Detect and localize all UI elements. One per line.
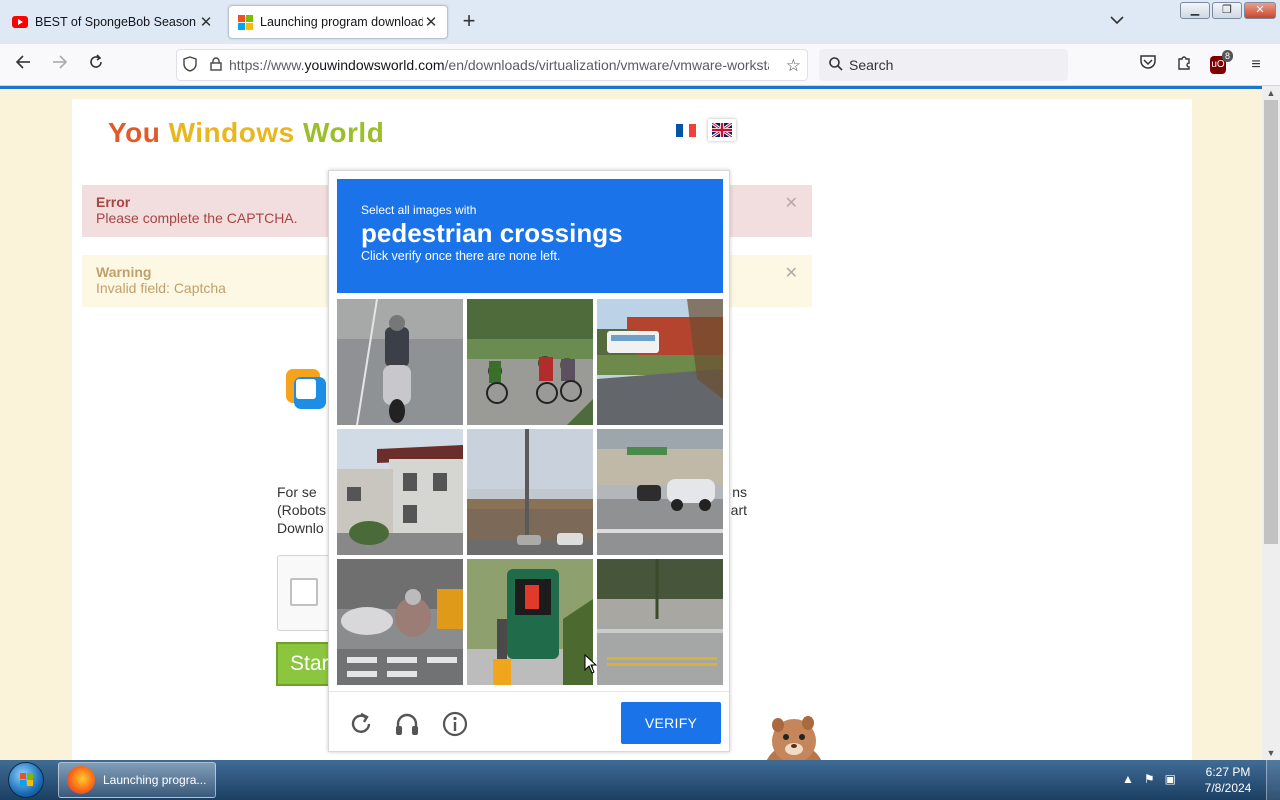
ublock-shield: uO 8 xyxy=(1210,50,1233,74)
new-tab-plus-icon[interactable]: + xyxy=(458,10,480,32)
hamster-mascot-image xyxy=(748,709,838,760)
close-tab-icon[interactable]: ✕ xyxy=(423,13,439,31)
captcha-image-grid xyxy=(337,299,723,685)
windows-icon xyxy=(237,14,253,30)
captcha-target-label: pedestrian crossings xyxy=(361,218,623,248)
bookmark-star-icon[interactable]: ☆ xyxy=(786,56,801,76)
taskbar-window-label: Launching progra... xyxy=(103,773,207,787)
extensions-puzzle-icon[interactable] xyxy=(1173,54,1195,76)
minimize-icon[interactable]: ▁ xyxy=(1180,2,1210,19)
back-arrow-icon[interactable] xyxy=(12,54,34,76)
captcha-tile-5[interactable] xyxy=(467,429,593,555)
lock-icon[interactable] xyxy=(203,56,229,74)
forward-arrow-icon[interactable] xyxy=(49,54,71,76)
ublock-origin-icon[interactable]: uO 8 xyxy=(1207,50,1233,76)
system-tray: ▲ ⚑ ▣ xyxy=(1122,772,1176,786)
list-all-tabs-chevron-icon[interactable] xyxy=(1110,12,1124,28)
navigation-toolbar: https://www.youwindowsworld.com/en/downl… xyxy=(0,44,1280,86)
captcha-tile-7[interactable] xyxy=(337,559,463,685)
windows-taskbar: Launching progra... ▲ ⚑ ▣ 6:27 PM 7/8/20… xyxy=(0,760,1280,800)
start-button-windows-orb-icon[interactable] xyxy=(8,762,44,798)
extension-badge-count: 8 xyxy=(1221,50,1233,62)
close-alert-icon[interactable]: ✕ xyxy=(785,263,798,283)
tab-youtube[interactable]: BEST of SpongeBob Season 8! | ✕ xyxy=(4,5,222,39)
captcha-instruction-top: Select all images with xyxy=(361,203,477,217)
system-clock[interactable]: 6:27 PM 7/8/2024 xyxy=(1198,764,1258,796)
info-icon[interactable] xyxy=(441,710,469,738)
close-alert-icon[interactable]: ✕ xyxy=(785,193,798,213)
hamburger-menu-icon[interactable]: ≡ xyxy=(1245,54,1267,76)
captcha-tile-6[interactable] xyxy=(597,429,723,555)
clock-date: 7/8/2024 xyxy=(1204,781,1252,795)
close-tab-icon[interactable]: ✕ xyxy=(198,13,214,31)
show-hidden-icons-chevron-icon[interactable]: ▲ xyxy=(1122,772,1134,786)
reload-icon[interactable] xyxy=(85,54,107,76)
mouse-cursor-icon xyxy=(584,653,598,679)
refresh-icon[interactable] xyxy=(347,710,375,738)
captcha-tile-3[interactable] xyxy=(597,299,723,425)
captcha-tile-4[interactable] xyxy=(337,429,463,555)
address-bar[interactable]: https://www.youwindowsworld.com/en/downl… xyxy=(176,49,808,81)
captcha-prompt-header: Select all images with pedestrian crossi… xyxy=(337,179,723,293)
search-placeholder: Search xyxy=(849,57,894,73)
tab-launching-program[interactable]: Launching program download ✕ xyxy=(228,5,448,39)
start-download-button[interactable]: Star xyxy=(276,642,336,686)
tracking-protection-shield-icon[interactable] xyxy=(177,55,203,75)
network-icon[interactable]: ▣ xyxy=(1165,772,1176,786)
uk-flag-icon[interactable] xyxy=(708,119,736,141)
scrollbar-thumb[interactable] xyxy=(1264,100,1278,544)
tab-title: BEST of SpongeBob Season 8! | xyxy=(35,15,198,29)
french-flag-icon[interactable] xyxy=(676,124,697,137)
audio-headphones-icon[interactable] xyxy=(393,710,421,738)
close-window-icon[interactable]: ✕ xyxy=(1244,2,1276,19)
scroll-down-arrow-icon[interactable]: ▼ xyxy=(1262,746,1280,760)
verify-button[interactable]: VERIFY xyxy=(621,702,721,744)
taskbar-firefox-window[interactable]: Launching progra... xyxy=(58,762,216,798)
show-desktop-button[interactable] xyxy=(1266,760,1280,800)
youtube-icon xyxy=(12,14,28,30)
captcha-tile-8[interactable] xyxy=(467,559,593,685)
window-controls: ▁ ❐ ✕ xyxy=(1180,2,1276,19)
vertical-scrollbar[interactable]: ▲ ▼ xyxy=(1262,86,1280,760)
captcha-tile-2[interactable] xyxy=(467,299,593,425)
captcha-instruction-bottom: Click verify once there are none left. xyxy=(361,249,561,263)
captcha-tile-9[interactable] xyxy=(597,559,723,685)
captcha-footer: VERIFY xyxy=(329,691,729,751)
tab-strip: BEST of SpongeBob Season 8! | ✕ Launchin… xyxy=(0,0,1280,44)
captcha-challenge-dialog: Select all images with pedestrian crossi… xyxy=(328,170,730,752)
clock-time: 6:27 PM xyxy=(1205,765,1251,779)
site-logo[interactable]: You Windows World xyxy=(108,117,384,149)
action-center-flag-icon[interactable]: ⚑ xyxy=(1144,772,1155,786)
url-text: https://www.youwindowsworld.com/en/downl… xyxy=(229,57,769,73)
tab-title: Launching program download xyxy=(260,15,423,29)
restore-icon[interactable]: ❐ xyxy=(1212,2,1242,19)
search-bar[interactable]: Search xyxy=(819,49,1068,81)
vmware-product-icon xyxy=(282,365,330,413)
pocket-icon[interactable] xyxy=(1137,54,1159,76)
scroll-up-arrow-icon[interactable]: ▲ xyxy=(1262,86,1280,100)
captcha-tile-1[interactable] xyxy=(337,299,463,425)
search-icon xyxy=(829,56,843,74)
firefox-icon xyxy=(67,766,95,794)
captcha-checkbox[interactable] xyxy=(290,578,318,606)
